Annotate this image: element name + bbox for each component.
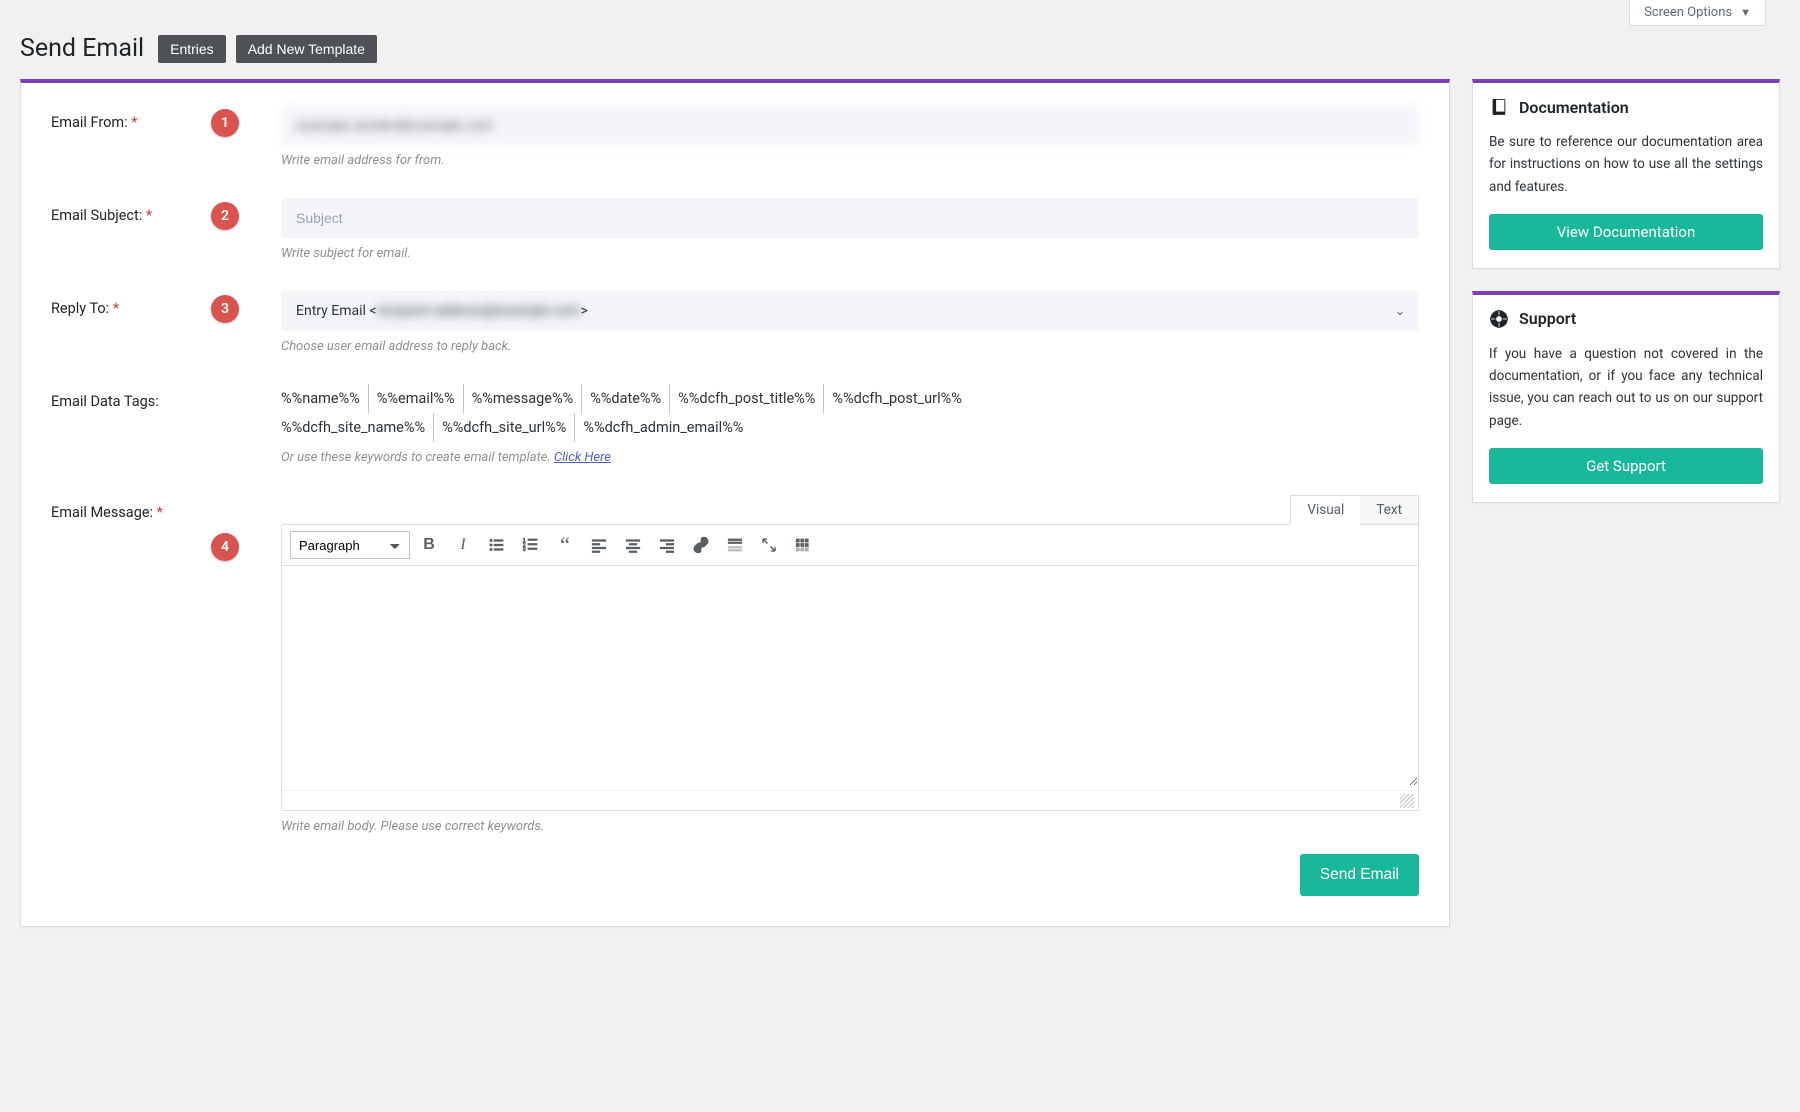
fullscreen-icon xyxy=(760,536,778,554)
readmore-button[interactable] xyxy=(720,531,750,559)
data-tag: %%email%% xyxy=(368,384,463,413)
email-message-textarea[interactable] xyxy=(282,566,1418,786)
link-button[interactable] xyxy=(686,531,716,559)
support-panel: Support If you have a question not cover… xyxy=(1472,291,1780,503)
readmore-icon xyxy=(726,536,744,554)
numbered-list-button[interactable]: 123 xyxy=(516,531,546,559)
reply-to-select[interactable]: Entry Email < recipient.address@example.… xyxy=(281,291,1419,331)
reply-to-help: Choose user email address to reply back. xyxy=(281,339,1419,354)
editor-tab-text[interactable]: Text xyxy=(1360,495,1419,525)
resize-handle[interactable] xyxy=(1400,794,1414,808)
rich-text-editor: Paragraph B I 123 xyxy=(281,524,1419,811)
email-subject-label: Email Subject: * xyxy=(51,198,211,224)
book-icon xyxy=(1489,97,1509,117)
get-support-button[interactable]: Get Support xyxy=(1489,448,1763,484)
kitchen-sink-icon xyxy=(794,536,812,554)
bullet-list-button[interactable] xyxy=(482,531,512,559)
keywords-link[interactable]: Click Here xyxy=(554,450,611,465)
email-data-tags-label: Email Data Tags: xyxy=(51,384,211,410)
svg-text:3: 3 xyxy=(523,547,526,553)
email-from-label: Email From: * xyxy=(51,105,211,131)
format-selector[interactable]: Paragraph xyxy=(290,531,410,559)
email-subject-help: Write subject for email. xyxy=(281,246,1419,261)
data-tag: %%dcfh_admin_email%% xyxy=(574,413,751,442)
send-email-button[interactable]: Send Email xyxy=(1300,854,1419,896)
page-header: Send Email Entries Add New Template xyxy=(20,34,1780,63)
screen-options-toggle[interactable]: Screen Options ▼ xyxy=(1629,0,1766,26)
data-tag: %%dcfh_site_url%% xyxy=(433,413,574,442)
add-new-template-button[interactable]: Add New Template xyxy=(236,35,377,63)
support-text: If you have a question not covered in th… xyxy=(1489,343,1763,432)
data-tag: %%dcfh_post_url%% xyxy=(823,384,969,413)
data-tag: %%message%% xyxy=(463,384,582,413)
bullet-list-icon xyxy=(488,536,506,554)
bold-button[interactable]: B xyxy=(414,531,444,559)
badge-2: 2 xyxy=(211,202,239,230)
screen-options-label: Screen Options xyxy=(1644,5,1732,20)
lifebuoy-icon xyxy=(1489,309,1509,329)
align-left-icon xyxy=(590,536,608,554)
align-right-icon xyxy=(658,536,676,554)
entries-button[interactable]: Entries xyxy=(158,35,226,63)
send-email-form: Email From: * 1 Write email address for … xyxy=(20,79,1450,927)
view-documentation-button[interactable]: View Documentation xyxy=(1489,214,1763,250)
badge-4: 4 xyxy=(211,533,239,561)
data-tags-help: Or use these keywords to create email te… xyxy=(281,450,1419,465)
align-right-button[interactable] xyxy=(652,531,682,559)
toolbar-toggle-button[interactable] xyxy=(788,531,818,559)
page-title: Send Email xyxy=(20,34,144,63)
data-tags-list: %%name%%%%email%%%%message%%%%date%%%%dc… xyxy=(281,384,1419,442)
editor-tab-visual[interactable]: Visual xyxy=(1290,495,1360,525)
data-tag: %%name%% xyxy=(281,384,368,413)
documentation-panel: Documentation Be sure to reference our d… xyxy=(1472,79,1780,269)
data-tag: %%dcfh_site_name%% xyxy=(281,413,433,442)
email-message-help: Write email body. Please use correct key… xyxy=(281,819,1419,834)
documentation-text: Be sure to reference our documentation a… xyxy=(1489,131,1763,198)
blockquote-button[interactable]: “ xyxy=(550,531,580,559)
align-left-button[interactable] xyxy=(584,531,614,559)
italic-button[interactable]: I xyxy=(448,531,478,559)
align-center-button[interactable] xyxy=(618,531,648,559)
link-icon xyxy=(692,536,710,554)
fullscreen-button[interactable] xyxy=(754,531,784,559)
caret-down-icon: ▼ xyxy=(1740,6,1751,19)
data-tag: %%date%% xyxy=(581,384,669,413)
badge-3: 3 xyxy=(211,295,239,323)
email-from-input[interactable] xyxy=(281,105,1419,145)
reply-to-label: Reply To: * xyxy=(51,291,211,317)
data-tag: %%dcfh_post_title%% xyxy=(669,384,823,413)
numbered-list-icon: 123 xyxy=(522,536,540,554)
editor-toolbar: Paragraph B I 123 xyxy=(282,525,1418,566)
email-subject-input[interactable] xyxy=(281,198,1419,238)
badge-1: 1 xyxy=(211,109,239,137)
align-center-icon xyxy=(624,536,642,554)
email-from-help: Write email address for from. xyxy=(281,153,1419,168)
email-message-label: Email Message: * xyxy=(51,495,211,521)
